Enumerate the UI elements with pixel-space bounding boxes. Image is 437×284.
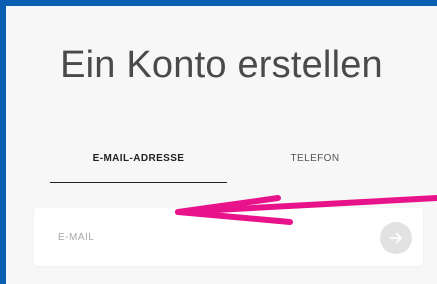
email-input[interactable] bbox=[58, 228, 358, 246]
tab-phone[interactable]: TELEFON bbox=[250, 153, 380, 164]
active-tab-underline bbox=[50, 182, 227, 183]
signup-card: Ein Konto erstellen E-MAIL-ADRESSE TELEF… bbox=[6, 6, 437, 284]
page-title: Ein Konto erstellen bbox=[60, 44, 383, 86]
tab-email[interactable]: E-MAIL-ADRESSE bbox=[50, 153, 227, 164]
submit-button[interactable] bbox=[380, 222, 412, 254]
email-input-container bbox=[34, 208, 423, 266]
arrow-right-icon bbox=[389, 232, 402, 244]
